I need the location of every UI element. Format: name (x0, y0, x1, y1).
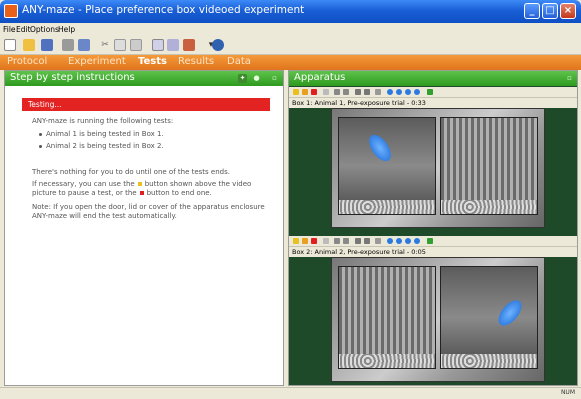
track-icon[interactable] (414, 89, 420, 95)
note-text-1: Note: If you open the door, lid or cover… (32, 203, 265, 211)
step-icon[interactable] (323, 238, 329, 244)
menu-help[interactable]: Help (58, 25, 75, 34)
pause-text-2: picture to pause a test, or the button to… (32, 189, 212, 197)
instructions-panel: Step by step instructions ✦ ● ▫ Testing.… (4, 70, 284, 386)
box1-label: Box 1: Animal 1, Pre-exposure trial - 0:… (289, 98, 577, 108)
stage-tabs: Protocol Experiment Tests Results Data (0, 55, 581, 70)
report-icon[interactable] (152, 39, 164, 51)
instructions-title: Step by step instructions (10, 72, 135, 83)
tab-results[interactable]: Results (178, 56, 214, 67)
help-icon[interactable] (212, 39, 224, 51)
app-icon (4, 4, 18, 18)
chamber-left (338, 266, 436, 369)
apparatus-panel: Apparatus ▫ Box 1: Animal 1, Pre-exposur… (288, 70, 578, 386)
arrow-right-icon[interactable] (427, 89, 433, 95)
floor-texture (441, 200, 537, 214)
track-icon[interactable] (387, 238, 393, 244)
floor-texture (441, 354, 537, 368)
paste-icon[interactable] (130, 39, 142, 51)
rewind-icon[interactable] (334, 89, 340, 95)
minimize-panel-icon[interactable]: ▫ (270, 74, 279, 83)
video-toolbar-box1 (289, 87, 577, 98)
pause-icon[interactable] (302, 238, 308, 244)
box2-label: Box 2: Animal 2, Pre-exposure trial - 0:… (289, 247, 577, 257)
tab-data[interactable]: Data (227, 56, 251, 67)
video-box1[interactable] (331, 108, 545, 228)
track-icon[interactable] (396, 238, 402, 244)
close-button[interactable]: × (560, 3, 576, 19)
maximize-button[interactable]: □ (542, 3, 558, 19)
pause-text-1: If necessary, you can use the button show… (32, 180, 252, 188)
list-item: Animal 1 is being tested in Box 1. (39, 130, 164, 138)
pause-icon (137, 182, 142, 186)
crosshair-icon[interactable] (364, 89, 370, 95)
menu-edit[interactable]: Edit (16, 25, 31, 34)
minimize-panel-icon[interactable]: ▫ (565, 74, 574, 83)
chamber-left (338, 117, 436, 215)
menu-bar: File Edit Options Help (0, 23, 581, 36)
forward-icon[interactable] (343, 238, 349, 244)
pause-icon[interactable] (302, 89, 308, 95)
search-icon[interactable] (375, 89, 381, 95)
instructions-header: Step by step instructions ✦ ● ▫ (5, 71, 283, 86)
menu-options[interactable]: Options (30, 25, 59, 34)
new-icon[interactable] (4, 39, 16, 51)
info-icon[interactable]: ● (252, 74, 261, 83)
arrow-right-icon[interactable] (427, 238, 433, 244)
floor-texture (339, 200, 435, 214)
menu-file[interactable]: File (3, 25, 16, 34)
floor-texture (339, 354, 435, 368)
tab-tests[interactable]: Tests (138, 56, 167, 67)
apparatus-title: Apparatus (294, 72, 346, 83)
tab-experiment[interactable]: Experiment (68, 56, 126, 67)
window-title: ANY-maze - Place preference box videoed … (22, 4, 305, 16)
note-text-2: ANY-maze will end the test automatically… (32, 212, 177, 220)
track-icon[interactable] (396, 89, 402, 95)
track-icon[interactable] (414, 238, 420, 244)
application-window: ANY-maze - Place preference box videoed … (0, 0, 581, 399)
search-icon[interactable] (375, 238, 381, 244)
print-icon[interactable] (62, 39, 74, 51)
apparatus-header: Apparatus ▫ (289, 71, 577, 86)
video-toolbar-box2 (289, 236, 577, 247)
step-icon[interactable] (323, 89, 329, 95)
undo-icon[interactable] (78, 39, 90, 51)
cut-icon[interactable]: ✂ (99, 39, 111, 51)
wait-text: There's nothing for you to do until one … (32, 168, 230, 176)
properties-icon[interactable] (167, 39, 179, 51)
bullet-icon (39, 144, 42, 148)
main-toolbar: ✂ ▾ (0, 36, 581, 55)
save-icon[interactable] (41, 39, 53, 51)
track-icon[interactable] (405, 89, 411, 95)
status-bar: NUM (0, 387, 581, 399)
tools-icon[interactable] (183, 39, 195, 51)
num-lock-indicator: NUM (560, 389, 575, 396)
title-bar: ANY-maze - Place preference box videoed … (0, 0, 581, 23)
rewind-icon[interactable] (334, 238, 340, 244)
stop-icon[interactable] (311, 89, 317, 95)
stop-icon (139, 191, 144, 195)
stop-icon[interactable] (311, 238, 317, 244)
play-icon[interactable] (293, 89, 299, 95)
chamber-right (440, 117, 538, 215)
copy-icon[interactable] (114, 39, 126, 51)
intro-text: ANY-maze is running the following tests: (32, 117, 174, 125)
status-testing: Testing... (22, 98, 270, 111)
settings-icon[interactable]: ✦ (238, 74, 247, 83)
play-icon[interactable] (293, 238, 299, 244)
forward-icon[interactable] (343, 89, 349, 95)
video-box2[interactable] (331, 257, 545, 382)
track-icon[interactable] (405, 238, 411, 244)
list-item: Animal 2 is being tested in Box 2. (39, 142, 164, 150)
bullet-icon (39, 132, 42, 136)
crosshair-icon[interactable] (364, 238, 370, 244)
zoom-icon[interactable] (355, 238, 361, 244)
track-icon[interactable] (387, 89, 393, 95)
tab-protocol[interactable]: Protocol (7, 56, 47, 67)
chamber-right (440, 266, 538, 369)
minimize-button[interactable]: _ (524, 3, 540, 19)
zoom-icon[interactable] (355, 89, 361, 95)
open-icon[interactable] (23, 39, 35, 51)
